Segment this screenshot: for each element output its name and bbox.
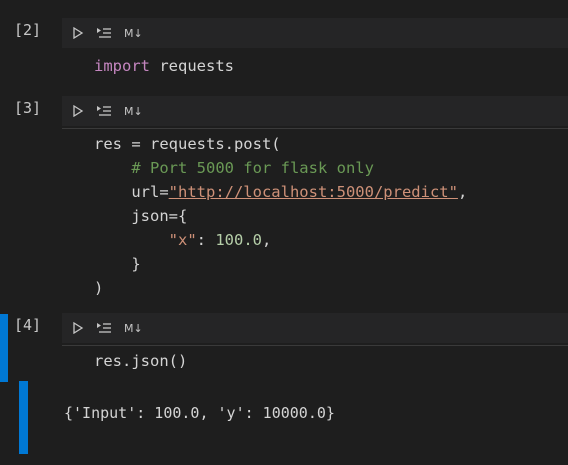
- code-token: ): [94, 279, 104, 297]
- output-collapse-bar[interactable]: [19, 381, 28, 454]
- code-line: url="http://localhost:5000/predict",: [94, 180, 467, 204]
- cell-output: {'Input': 100.0, 'y': 10000.0}: [64, 404, 335, 422]
- cell-toolbar: M↓: [62, 18, 568, 48]
- cell-toolbar: M↓: [62, 313, 568, 343]
- code-token: url=: [94, 183, 169, 201]
- markdown-toggle-button[interactable]: M↓: [124, 105, 143, 118]
- code-token: # Port 5000 for flask only: [94, 159, 374, 177]
- code-editor[interactable]: import requests: [94, 54, 234, 78]
- code-line: }: [94, 252, 467, 276]
- active-cell-indicator: [0, 314, 8, 382]
- code-token: "http://localhost:5000/predict": [168, 183, 458, 201]
- run-below-icon[interactable]: [96, 322, 112, 334]
- code-line: ): [94, 276, 467, 300]
- execution-count: [2]: [14, 21, 42, 39]
- run-cell-icon[interactable]: [72, 105, 84, 117]
- run-cell-icon[interactable]: [72, 27, 84, 39]
- execution-count: [4]: [14, 316, 42, 334]
- code-line: json={: [94, 204, 467, 228]
- code-token: ,: [262, 231, 272, 249]
- code-token: res = requests.post(: [94, 135, 281, 153]
- code-token: import: [94, 57, 150, 75]
- markdown-toggle-button[interactable]: M↓: [124, 322, 143, 335]
- code-editor[interactable]: res.json(): [94, 349, 187, 373]
- code-line: # Port 5000 for flask only: [94, 156, 467, 180]
- code-token: requests: [150, 57, 234, 75]
- code-token: 100.0: [215, 231, 262, 249]
- execution-count: [3]: [14, 99, 42, 117]
- code-token: res.json(): [94, 352, 188, 370]
- code-divider: [62, 345, 568, 346]
- code-editor[interactable]: res = requests.post( # Port 5000 for fla…: [94, 132, 467, 300]
- markdown-toggle-button[interactable]: M↓: [124, 27, 143, 40]
- code-line: "x": 100.0,: [94, 228, 467, 252]
- run-below-icon[interactable]: [96, 27, 112, 39]
- code-token: json={: [94, 207, 188, 225]
- code-line: import requests: [94, 54, 234, 78]
- code-line: res.json(): [94, 349, 187, 373]
- code-line: res = requests.post(: [94, 132, 467, 156]
- code-token: ,: [457, 183, 468, 201]
- code-token: :: [196, 231, 216, 249]
- code-divider: [62, 128, 568, 129]
- run-cell-icon[interactable]: [72, 322, 84, 334]
- code-token: }: [94, 255, 141, 273]
- cell-toolbar: M↓: [62, 96, 568, 126]
- code-token: "x": [168, 231, 197, 249]
- run-below-icon[interactable]: [96, 105, 112, 117]
